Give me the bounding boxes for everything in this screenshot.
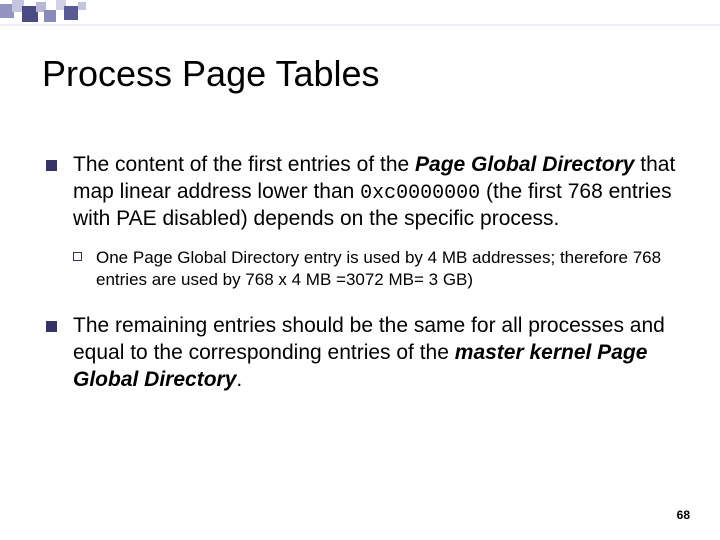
decorative-squares	[0, 0, 720, 30]
bullet-1: The content of the first entries of the …	[46, 152, 676, 233]
code-text: 0xc0000000	[360, 182, 480, 205]
sub-bullet-1-text: One Page Global Directory entry is used …	[96, 247, 676, 291]
page-number: 68	[677, 508, 690, 522]
bullet-1-text: The content of the first entries of the …	[73, 152, 676, 233]
square-bullet-icon	[46, 160, 57, 171]
body-content: The content of the first entries of the …	[46, 152, 676, 393]
bullet-2-text: The remaining entries should be the same…	[73, 313, 676, 394]
bullet-2: The remaining entries should be the same…	[46, 313, 676, 394]
hollow-bullet-icon	[73, 252, 82, 261]
square-bullet-icon	[46, 321, 57, 332]
emphasis-text: Page Global Directory	[415, 153, 634, 176]
text: The content of the first entries of the	[73, 153, 415, 176]
sub-bullet-1: One Page Global Directory entry is used …	[73, 247, 676, 291]
slide-title: Process Page Tables	[42, 54, 380, 94]
text: .	[236, 368, 242, 391]
slide: Process Page Tables The content of the f…	[0, 0, 720, 540]
